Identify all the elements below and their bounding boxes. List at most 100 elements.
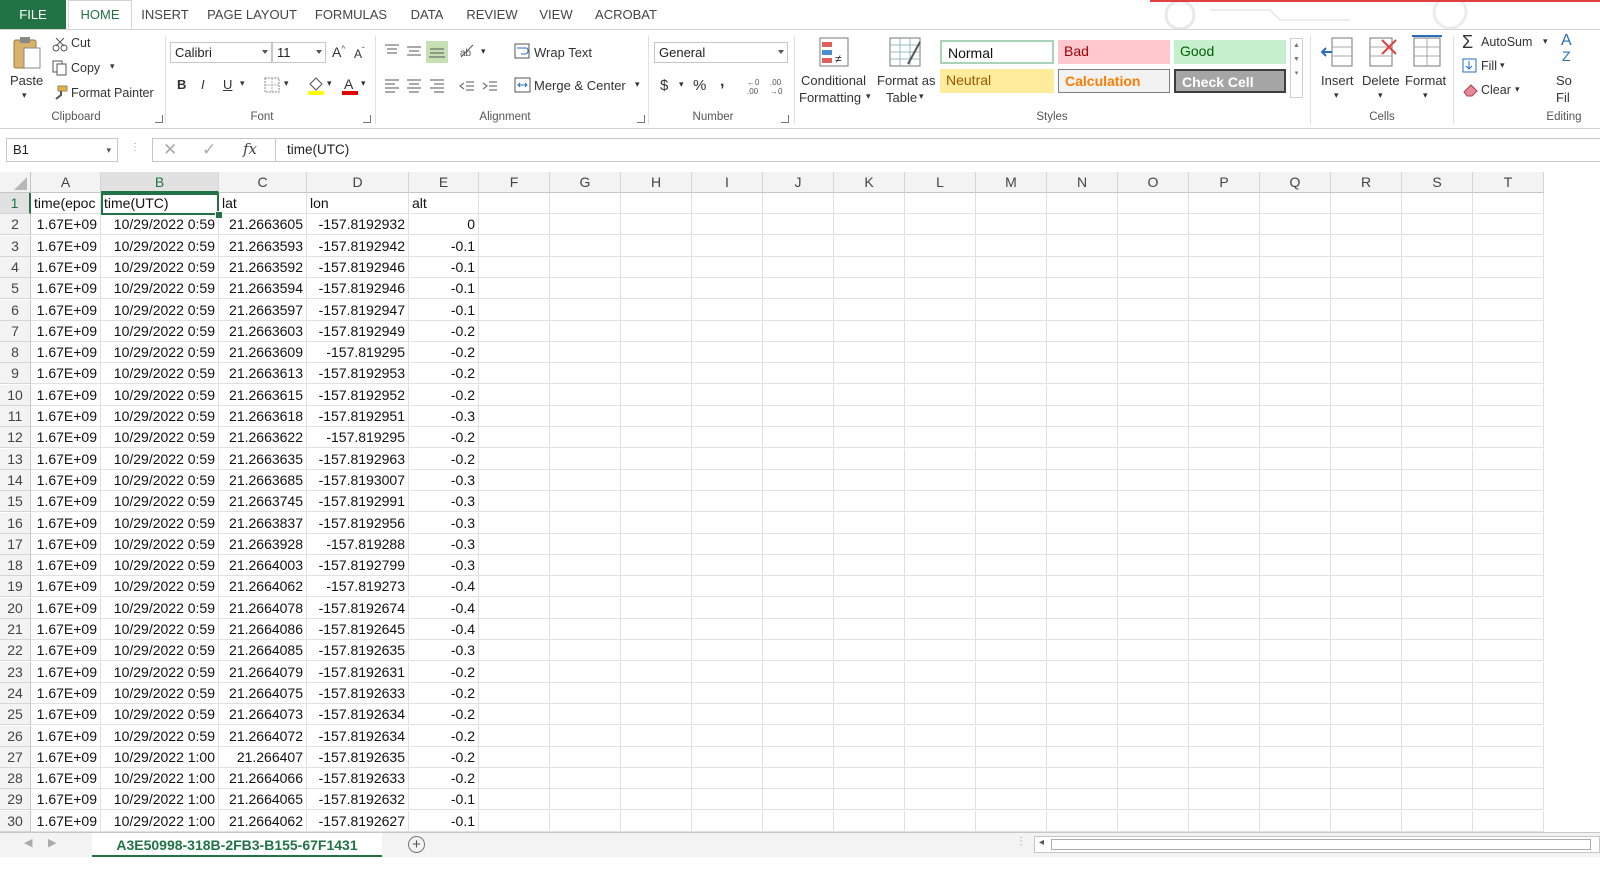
table-cell[interactable] — [905, 342, 976, 364]
table-cell[interactable] — [1260, 363, 1331, 385]
table-cell[interactable] — [1260, 640, 1331, 662]
table-cell[interactable] — [621, 725, 692, 747]
table-cell[interactable]: 21.2663592 — [219, 256, 307, 278]
row-header[interactable]: 9 — [0, 363, 31, 385]
format-button[interactable]: Format — [1405, 73, 1446, 88]
delete-cells-icon[interactable] — [1366, 34, 1400, 70]
font-size-select[interactable]: 11 — [272, 42, 326, 63]
table-cell[interactable]: 1.67E+09 — [31, 555, 101, 577]
table-cell[interactable]: 10/29/2022 0:59 — [101, 512, 219, 534]
decrease-indent-icon[interactable] — [458, 77, 476, 95]
table-cell[interactable] — [692, 406, 763, 427]
style-bad[interactable]: Bad — [1058, 40, 1170, 64]
align-bottom-button[interactable] — [426, 41, 448, 63]
row-header[interactable]: 3 — [0, 235, 31, 257]
scroll-down-icon[interactable]: ▼ — [1291, 53, 1302, 67]
row-header[interactable]: 27 — [0, 746, 31, 768]
table-cell[interactable] — [905, 406, 976, 427]
paste-icon[interactable] — [12, 36, 42, 70]
table-cell[interactable] — [692, 533, 763, 555]
wrap-text-button[interactable]: Wrap Text — [534, 45, 592, 60]
table-cell[interactable] — [479, 427, 550, 449]
format-dropdown-icon[interactable]: ▾ — [1423, 90, 1428, 101]
increase-indent-icon[interactable] — [481, 77, 499, 95]
table-cell[interactable] — [1260, 384, 1331, 406]
table-cell[interactable] — [1189, 576, 1260, 598]
font-color-dropdown-icon[interactable]: ▾ — [361, 78, 366, 89]
table-cell[interactable]: -157.8192949 — [307, 320, 409, 342]
table-cell[interactable] — [834, 235, 905, 257]
table-cell[interactable] — [1189, 278, 1260, 300]
orientation-icon[interactable]: ab — [458, 42, 482, 60]
table-cell[interactable]: -0.1 — [409, 810, 479, 832]
table-cell[interactable] — [1331, 214, 1402, 236]
table-cell[interactable] — [550, 576, 621, 598]
table-cell[interactable] — [905, 789, 976, 811]
table-cell[interactable] — [1118, 768, 1189, 790]
table-cell[interactable] — [1402, 256, 1473, 278]
table-cell[interactable]: 1.67E+09 — [31, 406, 101, 427]
table-cell[interactable] — [1118, 448, 1189, 470]
table-cell[interactable] — [834, 256, 905, 278]
table-cell[interactable] — [1260, 469, 1331, 491]
format-as-table-icon[interactable] — [888, 36, 924, 70]
table-cell[interactable] — [834, 384, 905, 406]
table-cell[interactable] — [976, 363, 1047, 385]
table-cell[interactable] — [905, 278, 976, 300]
table-cell[interactable] — [976, 214, 1047, 236]
table-cell[interactable]: 1.67E+09 — [31, 363, 101, 385]
table-cell[interactable] — [1473, 746, 1544, 768]
table-cell[interactable]: 1.67E+09 — [31, 768, 101, 790]
table-cell[interactable] — [479, 555, 550, 577]
horizontal-scroll-thumb[interactable] — [1051, 839, 1591, 850]
table-cell[interactable] — [1402, 810, 1473, 832]
table-cell[interactable] — [905, 491, 976, 513]
table-cell[interactable] — [1260, 576, 1331, 598]
table-cell[interactable] — [479, 576, 550, 598]
table-cell[interactable]: -157.8192633 — [307, 682, 409, 704]
table-cell[interactable] — [763, 597, 834, 619]
table-cell[interactable]: 21.2664065 — [219, 789, 307, 811]
table-cell[interactable] — [621, 768, 692, 790]
table-cell[interactable] — [1047, 555, 1118, 577]
table-cell[interactable] — [692, 810, 763, 832]
table-cell[interactable] — [479, 640, 550, 662]
table-cell[interactable]: 21.2664072 — [219, 725, 307, 747]
align-middle-icon[interactable] — [405, 42, 423, 60]
table-cell[interactable] — [1047, 299, 1118, 321]
table-cell[interactable] — [1118, 640, 1189, 662]
table-cell[interactable]: 10/29/2022 1:00 — [101, 789, 219, 811]
table-cell[interactable] — [905, 768, 976, 790]
table-cell[interactable]: -0.1 — [409, 235, 479, 257]
table-cell[interactable]: 21.2664075 — [219, 682, 307, 704]
table-cell[interactable]: 21.2664066 — [219, 768, 307, 790]
table-cell[interactable] — [692, 640, 763, 662]
table-cell[interactable] — [1118, 619, 1189, 640]
header-cell[interactable]: lat — [219, 193, 307, 214]
table-cell[interactable]: 21.2664086 — [219, 619, 307, 640]
table-cell[interactable] — [1189, 810, 1260, 832]
wrap-text-icon[interactable] — [514, 42, 532, 60]
table-cell[interactable] — [621, 406, 692, 427]
table-cell[interactable] — [905, 597, 976, 619]
table-cell[interactable] — [834, 704, 905, 726]
style-check-cell[interactable]: Check Cell — [1174, 69, 1286, 93]
column-header-f[interactable]: F — [479, 172, 550, 193]
column-header-p[interactable]: P — [1189, 172, 1260, 193]
table-cell[interactable] — [550, 789, 621, 811]
table-cell[interactable] — [976, 533, 1047, 555]
table-cell[interactable] — [479, 214, 550, 236]
table-cell[interactable] — [1331, 810, 1402, 832]
table-cell[interactable] — [1473, 725, 1544, 747]
table-cell[interactable] — [905, 214, 976, 236]
table-cell[interactable] — [1473, 235, 1544, 257]
table-cell[interactable] — [1118, 682, 1189, 704]
table-cell[interactable] — [1331, 746, 1402, 768]
row-header[interactable]: 7 — [0, 320, 31, 342]
table-cell[interactable] — [763, 576, 834, 598]
number-format-select[interactable]: General — [654, 42, 788, 63]
table-cell[interactable]: -157.8192952 — [307, 384, 409, 406]
row-header[interactable]: 25 — [0, 704, 31, 726]
currency-button[interactable]: $ — [660, 77, 668, 94]
table-cell[interactable] — [1473, 768, 1544, 790]
